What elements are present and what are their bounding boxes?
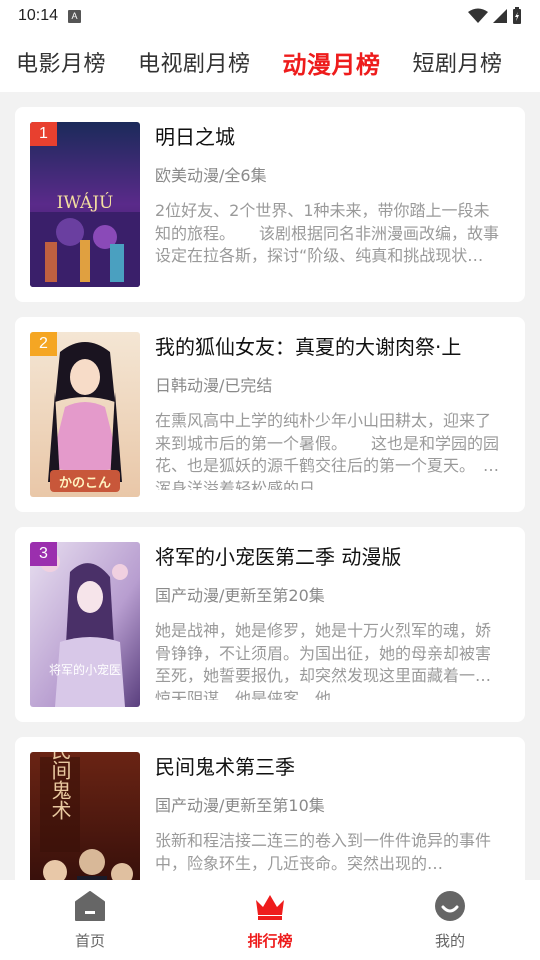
item-meta: 欧美动漫/全6集	[155, 166, 267, 185]
poster-title-text: 将军的小宠医	[49, 662, 121, 677]
poster-title-text: かのこん	[59, 476, 111, 491]
ranking-list: IWÁJÚ 1 明日之城 欧美动漫/全6集 2位好友、2个世界、1种未来，带你踏…	[0, 92, 540, 880]
poster-image: かのこん 2	[30, 332, 140, 497]
nav-ranking[interactable]: 排行榜	[180, 880, 360, 960]
item-title: 将军的小宠医第二季 动漫版	[155, 545, 402, 569]
poster-image: 将军的小宠医 3	[30, 542, 140, 707]
ranking-item[interactable]: かのこん 2 我的狐仙女友：真夏的大谢肉祭·上 日韩动漫/已完结 在熏风高中上学…	[15, 317, 525, 512]
rank-badge: 1	[30, 122, 57, 146]
nav-home[interactable]: 首页	[0, 880, 180, 960]
item-title: 明日之城	[155, 125, 235, 149]
item-description: 在熏风高中上学的纯朴少年小山田耕太，迎来了来到城市后的第一个暑假。 这也是和学园…	[155, 411, 500, 490]
tab-anime-monthly[interactable]: 动漫月榜	[283, 45, 381, 80]
item-title: 民间鬼术第三季	[155, 755, 295, 779]
item-description: 她是战神，她是修罗，她是十万火烈军的魂，娇骨铮铮，不让须眉。为国出征，她的母亲却…	[155, 621, 492, 700]
poster-title-text: IWÁJÚ	[57, 192, 114, 213]
status-bar: 10:14 A	[0, 0, 540, 32]
rank-badge: 3	[30, 542, 57, 566]
poster-image: IWÁJÚ 1	[30, 122, 140, 287]
item-title: 我的狐仙女友：真夏的大谢肉祭·上	[155, 335, 462, 359]
rank-badge: 2	[30, 332, 57, 356]
tab-short-drama-monthly[interactable]: 短剧月榜	[413, 46, 503, 78]
poster-title-text: 民间鬼术	[48, 752, 72, 820]
profile-icon	[435, 891, 465, 921]
nav-ranking-label: 排行榜	[247, 932, 293, 950]
battery-icon	[513, 7, 521, 24]
tab-movie-monthly[interactable]: 电影月榜	[16, 46, 106, 78]
ranking-item[interactable]: 民间鬼术 民间鬼术第三季 国产动漫/更新至第10集 张新和程洁接二连三的卷入到一…	[15, 737, 525, 880]
nav-profile[interactable]: 我的	[360, 880, 540, 960]
item-meta: 国产动漫/更新至第20集	[155, 586, 325, 605]
poster-image: 民间鬼术	[30, 752, 140, 880]
item-meta: 国产动漫/更新至第10集	[155, 796, 325, 815]
bottom-nav: 首页 排行榜 我的	[0, 880, 540, 960]
ranking-item[interactable]: 将军的小宠医 3 将军的小宠医第二季 动漫版 国产动漫/更新至第20集 她是战神…	[15, 527, 525, 722]
status-time: 10:14	[18, 7, 59, 24]
wifi-icon	[468, 8, 488, 23]
nav-home-label: 首页	[74, 932, 105, 950]
crown-icon	[256, 895, 284, 920]
category-tabs: 电影月榜 电视剧月榜 动漫月榜 短剧月榜	[0, 32, 540, 92]
item-description: 2位好友、2个世界、1种未来，带你踏上一段未知的旅程。 该剧根据同名非洲漫画改编…	[155, 201, 500, 265]
nav-profile-label: 我的	[434, 932, 465, 950]
item-meta: 日韩动漫/已完结	[155, 376, 273, 395]
ranking-item[interactable]: IWÁJÚ 1 明日之城 欧美动漫/全6集 2位好友、2个世界、1种未来，带你踏…	[15, 107, 525, 302]
tab-tv-monthly[interactable]: 电视剧月榜	[138, 46, 251, 78]
home-icon	[75, 891, 105, 921]
signal-icon	[493, 9, 507, 23]
item-description: 张新和程洁接二连三的卷入到一件件诡异的事件中，险象环生，几近丧命。突然出现的…	[155, 831, 492, 873]
notification-icon: A	[68, 9, 82, 23]
